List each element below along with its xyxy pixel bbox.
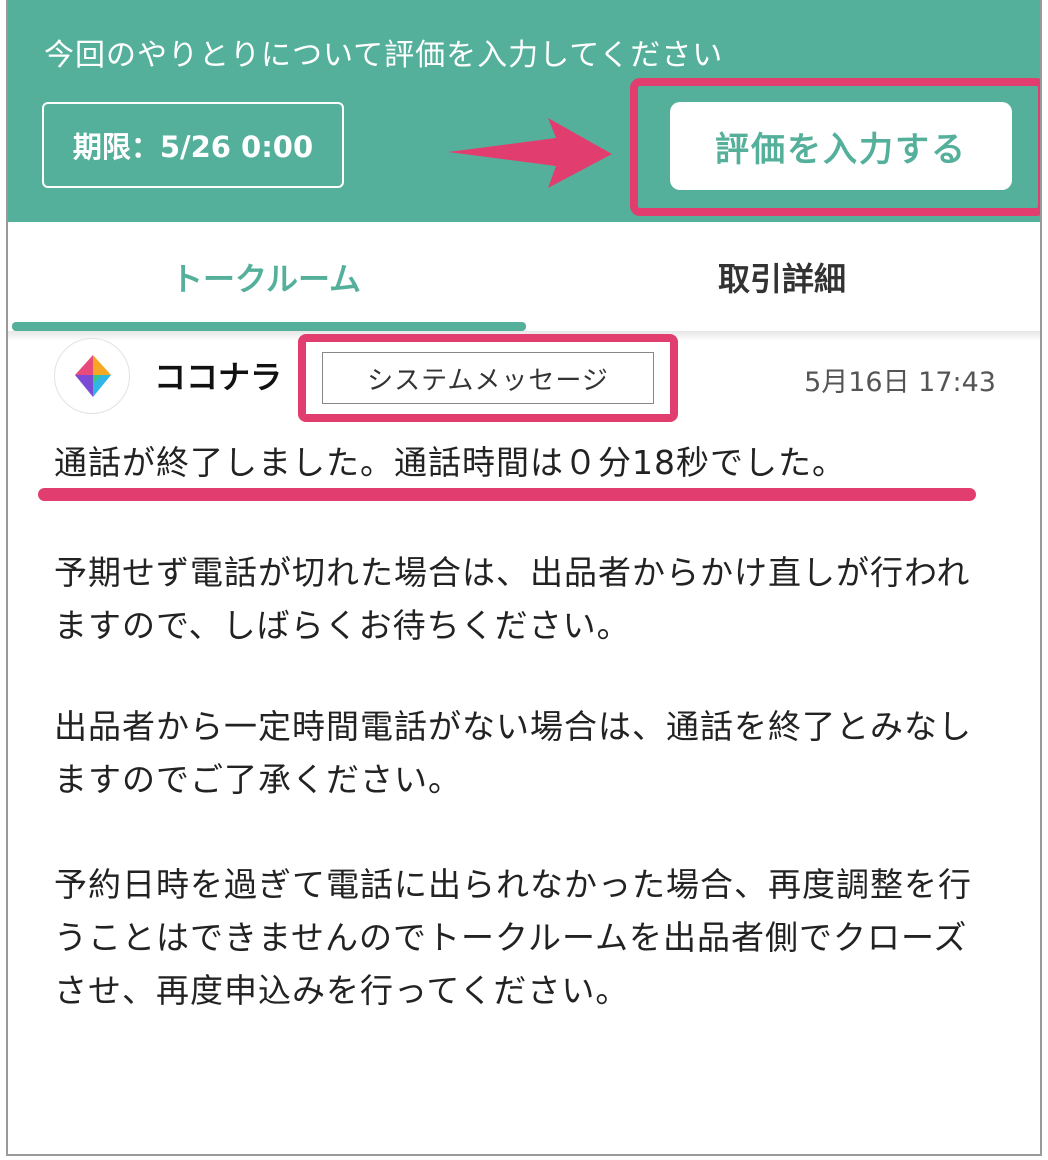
message-line-call-ended: 通話が終了しました。通話時間は０分18秒でした。 [54, 443, 846, 482]
coconala-logo-icon [75, 355, 111, 397]
banner-title: 今回のやりとりについて評価を入力してください [44, 38, 724, 73]
rating-banner: 今回のやりとりについて評価を入力してください 期限：5/26 0:00 評価を入… [8, 0, 1040, 222]
deadline-badge: 期限：5/26 0:00 [42, 102, 344, 188]
message-timestamp: 5月16日 17:43 [804, 367, 996, 398]
tab-bar: トークルーム 取引詳細 [8, 222, 1040, 332]
message-paragraph: 予約日時を過ぎて電話に出られなかった場合、再度調整を行うことはできませんのでトー… [54, 865, 972, 1010]
arrow-right-icon [448, 118, 612, 188]
tab-talk-room[interactable]: トークルーム [8, 222, 524, 332]
tab-transaction-details[interactable]: 取引詳細 [524, 222, 1040, 332]
system-message-badge: システムメッセージ [322, 352, 654, 404]
message-paragraph: 出品者から一定時間電話がない場合は、通話を終了とみなしますのでご了承ください。 [54, 707, 972, 799]
sender-name: ココナラ [154, 358, 283, 396]
message-paragraph: 予期せず電話が切れた場合は、出品者からかけ直しが行われますので、しばらくお待ちく… [54, 553, 971, 645]
emphasis-underline [38, 488, 976, 501]
app-frame: 今回のやりとりについて評価を入力してください 期限：5/26 0:00 評価を入… [6, 0, 1042, 1156]
active-tab-indicator [12, 322, 526, 331]
avatar [54, 338, 130, 414]
rate-button[interactable]: 評価を入力する [670, 102, 1012, 190]
